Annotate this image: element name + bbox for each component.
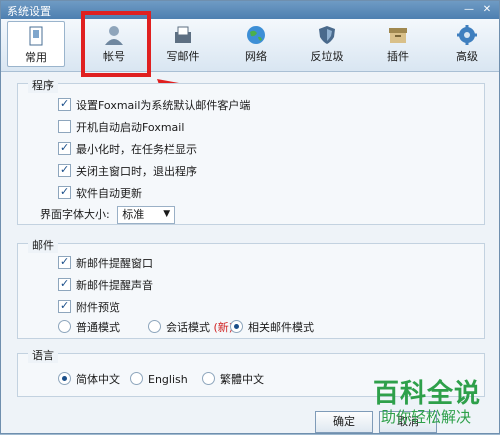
font-size-select[interactable]: 标准 ▼ [117,206,176,224]
font-size-row: 界面字体大小: 标准 ▼ [40,206,176,224]
lang-english[interactable]: English [130,372,188,388]
tab-antispam[interactable]: 反垃圾 [298,21,356,67]
program-group: 程序 设置Foxmail为系统默认邮件客户端 开机自动启动Foxmail 最小化… [17,77,485,225]
checkbox[interactable] [58,276,71,292]
mode-normal[interactable]: 普通模式 [58,320,120,336]
title-bar[interactable]: 系统设置 — ✕ [1,1,499,19]
program-group-title: 程序 [28,77,58,93]
document-icon [29,26,43,46]
watermark-logo: 百科全说 [373,379,482,409]
tab-plugins[interactable]: 插件 [369,21,427,67]
tab-account[interactable]: 帐号 [85,21,143,67]
checkbox[interactable] [58,140,71,156]
lang-traditional-chinese[interactable]: 繁體中文 [202,372,264,388]
ok-button[interactable]: 确定 [315,411,373,433]
option-new-mail-window[interactable]: 新邮件提醒窗口 [58,254,153,272]
settings-toolbar: 常用 帐号 写邮件 网络 反垃圾 插件 高级 [1,19,499,72]
option-attachment-preview[interactable]: 附件预览 [58,298,120,316]
tab-network[interactable]: 网络 [227,21,285,67]
radio[interactable] [148,320,161,333]
option-minimize-taskbar[interactable]: 最小化时，在任务栏显示 [58,140,197,158]
globe-icon [247,26,265,44]
radio[interactable] [58,372,71,385]
mail-group-title: 邮件 [28,237,58,253]
tab-advanced[interactable]: 高级 [438,21,496,67]
gear-icon [457,25,477,45]
checkbox[interactable] [58,298,71,314]
language-group-title: 语言 [28,347,58,363]
radio[interactable] [230,320,243,333]
tab-general[interactable]: 常用 [7,21,65,67]
tab-compose[interactable]: 写邮件 [154,21,212,67]
plugin-box-icon [389,28,407,43]
chevron-down-icon: ▼ [163,209,171,219]
user-icon [105,26,123,45]
radio[interactable] [130,372,143,385]
option-auto-update[interactable]: 软件自动更新 [58,184,142,202]
mode-conversation[interactable]: 会话模式 (新) [148,320,233,336]
minimize-icon[interactable]: — [461,3,477,17]
option-autostart[interactable]: 开机自动启动Foxmail [58,120,184,136]
checkbox[interactable] [58,96,71,112]
checkbox[interactable] [58,120,71,133]
checkbox[interactable] [58,184,71,200]
checkbox[interactable] [58,254,71,270]
option-default-client[interactable]: 设置Foxmail为系统默认邮件客户端 [58,96,250,114]
option-close-exit[interactable]: 关闭主窗口时，退出程序 [58,162,197,180]
lang-simplified-chinese[interactable]: 简体中文 [58,372,120,388]
mail-group: 邮件 新邮件提醒窗口 新邮件提醒声音 附件预览 普通模式 会话模式 (新) 相关… [17,237,485,339]
font-size-label: 界面字体大小: [40,208,110,221]
compose-icon [175,26,191,43]
checkbox[interactable] [58,162,71,178]
close-icon[interactable]: ✕ [479,3,495,17]
radio[interactable] [58,320,71,333]
radio[interactable] [202,372,215,385]
option-new-mail-sound[interactable]: 新邮件提醒声音 [58,276,153,294]
mode-related[interactable]: 相关邮件模式 [230,320,314,336]
settings-window: 系统设置 — ✕ 常用 帐号 写邮件 网络 反垃圾 插件 高级 程序 ✓设置Fo… [0,0,500,434]
watermark-slogan: 助你轻松解决 [381,408,472,426]
shield-icon [319,26,335,44]
window-title: 系统设置 [7,5,51,18]
